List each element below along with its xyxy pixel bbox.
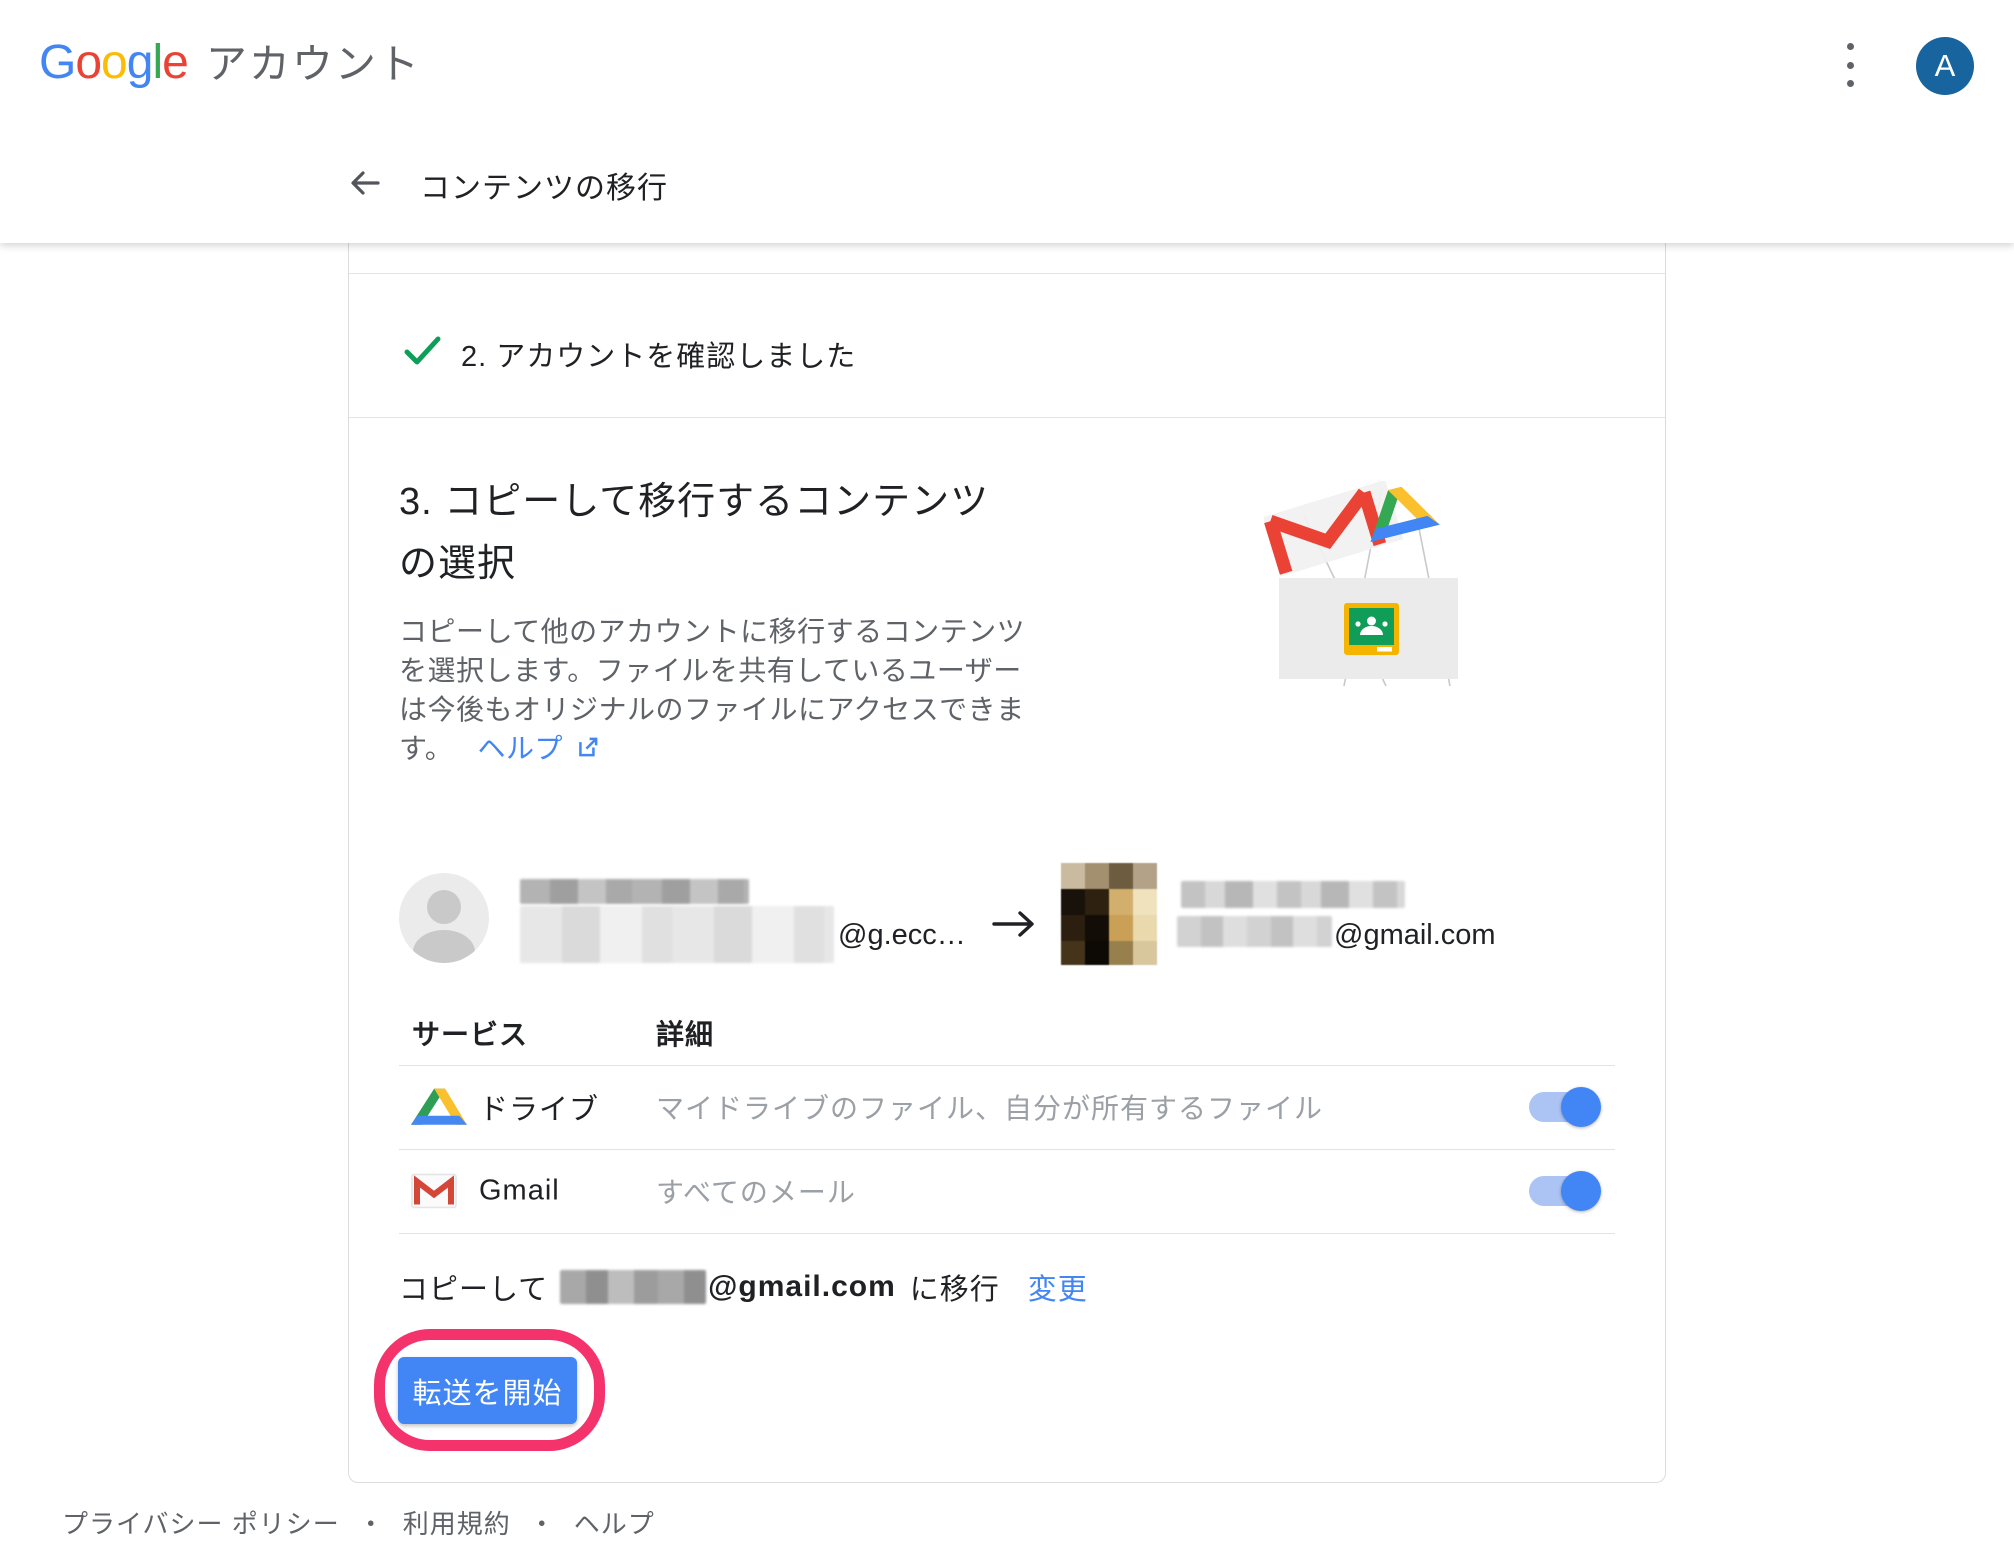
- toggle-knob: [1561, 1171, 1601, 1211]
- toggle-knob: [1561, 1087, 1601, 1127]
- copy-email-suffix: @gmail.com: [708, 1270, 896, 1304]
- external-link-icon: [575, 731, 601, 770]
- column-header-detail: 詳細: [656, 1013, 714, 1053]
- destination-email-suffix: @gmail.com: [1334, 919, 1496, 952]
- start-transfer-button[interactable]: 転送を開始: [398, 1357, 577, 1424]
- gmail-icon: [411, 1174, 457, 1209]
- google-logo: Google アカウント: [39, 30, 421, 90]
- copy-email-redacted: [560, 1270, 706, 1304]
- footer: プライバシー ポリシー ・ 利用規約 ・ ヘルプ: [62, 1504, 655, 1541]
- source-avatar-placeholder: [399, 873, 489, 963]
- copy-suffix: に移行: [910, 1266, 1000, 1308]
- check-icon: [404, 336, 442, 371]
- step3-description: コピーして他のアカウントに移行するコンテンツ を選択します。ファイルを共有してい…: [399, 612, 1025, 768]
- back-arrow-icon[interactable]: [347, 165, 383, 201]
- overflow-menu-icon[interactable]: [1843, 43, 1857, 87]
- change-link[interactable]: 変更: [1028, 1266, 1088, 1308]
- source-email-suffix: @g.ecc…: [838, 919, 966, 952]
- drive-toggle[interactable]: [1529, 1092, 1587, 1122]
- footer-link-help[interactable]: ヘルプ: [574, 1504, 655, 1541]
- step2-label: 2. アカウントを確認しました: [461, 333, 856, 375]
- arrow-right-icon: [991, 907, 1037, 946]
- destination-avatar: [1061, 863, 1157, 965]
- divider: [399, 1233, 1615, 1234]
- app-header: Google アカウント A コンテンツの移行: [0, 0, 2014, 243]
- page-title: コンテンツの移行: [420, 163, 668, 207]
- footer-separator: ・: [529, 1504, 556, 1541]
- destination-email-redacted: [1177, 916, 1332, 947]
- source-email-redacted: [520, 906, 834, 963]
- footer-separator: ・: [358, 1504, 385, 1541]
- copy-prefix: コピーして: [399, 1266, 548, 1308]
- drive-icon: [411, 1089, 467, 1126]
- content-card: 2. アカウントを確認しました 3. コピーして移行するコンテンツ の選択 コピ…: [348, 243, 1666, 1483]
- footer-link-privacy[interactable]: プライバシー ポリシー: [62, 1504, 340, 1541]
- gmail-toggle[interactable]: [1529, 1176, 1587, 1206]
- services-illustration: [1264, 481, 1464, 686]
- table-row-drive: ドライブ マイドライブのファイル、自分が所有するファイル: [349, 1065, 1665, 1149]
- destination-summary: コピーして @gmail.com に移行 変更: [399, 1267, 1088, 1307]
- divider: [349, 273, 1665, 274]
- service-name: ドライブ: [479, 1086, 599, 1128]
- service-name: Gmail: [479, 1175, 560, 1208]
- account-avatar[interactable]: A: [1916, 37, 1974, 95]
- divider: [349, 417, 1665, 418]
- column-header-service: サービス: [412, 1013, 528, 1053]
- table-row-gmail: Gmail すべてのメール: [349, 1149, 1665, 1233]
- service-detail: すべてのメール: [656, 1171, 856, 1211]
- footer-link-terms[interactable]: 利用規約: [403, 1504, 511, 1541]
- step3-title: 3. コピーして移行するコンテンツ の選択: [399, 471, 989, 595]
- destination-name-redacted: [1181, 881, 1405, 908]
- product-name: アカウント: [206, 30, 421, 90]
- source-name-redacted: [520, 879, 749, 904]
- help-link[interactable]: ヘルプ: [477, 729, 601, 768]
- service-detail: マイドライブのファイル、自分が所有するファイル: [656, 1087, 1323, 1127]
